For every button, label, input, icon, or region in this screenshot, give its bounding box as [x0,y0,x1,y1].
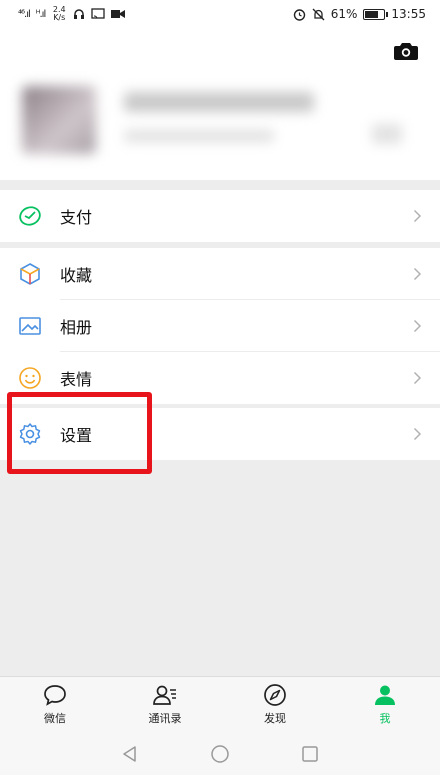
image-icon [19,317,41,335]
status-bar: ⁴⁶.ıl ᴴ.ıl 2.4 K/s 61% 13:55 [0,0,440,28]
wechat-id-blurred [124,130,274,142]
menu-group-content: 收藏 相册 表情 [0,248,440,404]
tab-contacts[interactable]: 通讯录 [110,677,220,732]
profile-header [0,28,440,180]
chat-bubble-icon [44,685,66,706]
battery-percent: 61% [330,7,358,21]
pay-icon [19,206,41,226]
system-nav-bar [0,732,440,775]
menu-item-favorites[interactable]: 收藏 [0,248,440,300]
back-icon[interactable] [120,744,140,764]
tab-label-chats: 微信 [44,712,66,725]
chevron-right-icon [413,209,422,223]
alarm-icon [293,8,305,21]
menu-label-stickers: 表情 [60,370,93,389]
tab-label-contacts: 通讯录 [148,712,182,725]
person-icon [375,685,395,705]
highlight-box [7,392,152,474]
tab-label-discover: 发现 [264,712,286,725]
tab-label-me: 我 [379,712,391,725]
chevron-right-icon [413,371,422,385]
network-speed-unit: K/s [53,13,66,22]
home-icon[interactable] [210,744,230,764]
mute-bell-icon [312,8,325,20]
chevron-right-icon [413,267,422,281]
menu-label-pay: 支付 [60,208,93,227]
headset-icon [74,9,85,19]
tab-discover[interactable]: 发现 [220,677,330,732]
battery-icon [363,8,389,20]
nickname-blurred [124,92,314,112]
bottom-tab-bar: 微信 通讯录 发现 我 [0,676,440,732]
signal-sim2: ᴴ.ıl [35,8,47,20]
qr-code-blurred[interactable] [372,124,402,144]
smiley-icon [19,367,41,389]
network-speed: 2.4 K/s [51,6,67,22]
recents-icon[interactable] [300,744,320,764]
menu-item-pay[interactable]: 支付 [0,190,440,242]
clock-time: 13:55 [391,7,426,21]
cast-icon [91,8,105,19]
signal-sim1: ⁴⁶.ıl [18,8,31,20]
profile-card-blurred[interactable] [0,74,440,180]
menu-label-album: 相册 [60,318,93,337]
menu-label-favorites: 收藏 [60,266,93,285]
contacts-icon [153,685,176,705]
status-right: 61% 13:55 [293,7,426,21]
menu-group-pay: 支付 [0,190,440,242]
compass-icon [264,684,286,706]
menu-item-album[interactable]: 相册 [0,300,440,352]
tab-chats[interactable]: 微信 [0,677,110,732]
status-left: ⁴⁶.ıl ᴴ.ıl 2.4 K/s [18,6,126,22]
chevron-right-icon [413,427,422,441]
video-icon [111,10,126,18]
cube-icon [20,263,40,285]
tab-me[interactable]: 我 [330,677,440,732]
chevron-right-icon [413,319,422,333]
avatar[interactable] [22,86,96,154]
camera-icon[interactable] [394,42,418,60]
